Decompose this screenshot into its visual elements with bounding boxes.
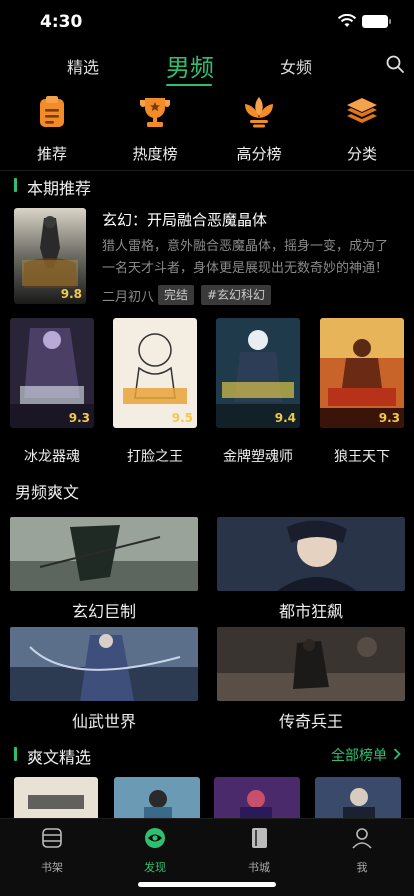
book-card[interactable]: 9.5 打脸之王: [113, 318, 197, 466]
book-score: 9.8: [60, 287, 82, 301]
divider: [0, 170, 414, 171]
featured-book-description: 猎人雷格，意外融合恶魔晶体，摇身一变，成为了一名天才斗者，身体更是展现出无数奇妙…: [102, 239, 389, 276]
book-cover: 9.3: [10, 318, 94, 428]
section-marker: [14, 178, 17, 192]
nav-label: 我: [356, 861, 368, 874]
book-score: 9.3: [68, 411, 90, 425]
chevron-right-icon: [393, 748, 402, 764]
nav-bookshelf[interactable]: 书架: [22, 827, 82, 875]
nav-label: 发现: [144, 861, 166, 874]
bookshelf-icon: [42, 828, 62, 848]
genre-image: [10, 627, 198, 701]
nav-label: 书架: [41, 861, 63, 874]
book-name: 打脸之王: [127, 449, 183, 465]
category-classify[interactable]: 分类: [322, 95, 402, 164]
layers-icon: [347, 98, 377, 123]
genre-image: [217, 627, 405, 701]
home-indicator: [138, 882, 276, 887]
section-title-picks: 爽文精选: [27, 748, 92, 767]
section-marker: [14, 747, 17, 761]
book-cover: 9.3: [320, 318, 404, 428]
clipboard-icon: [40, 96, 64, 127]
category-label: 分类: [346, 145, 377, 163]
book-cover: 9.5: [113, 318, 197, 428]
nav-me[interactable]: 我: [332, 827, 392, 875]
nav-bookstore[interactable]: 书城: [229, 827, 289, 875]
genre-card[interactable]: 玄幻巨制: [10, 517, 198, 622]
nav-label: 书城: [248, 861, 270, 874]
book-card[interactable]: 9.4 金牌塑魂师: [216, 318, 300, 466]
book-name: 金牌塑魂师: [223, 449, 293, 465]
book-card[interactable]: 9.3 狼王天下: [320, 318, 404, 466]
featured-book-title[interactable]: 玄幻：开局融合恶魔晶体: [102, 209, 267, 230]
genre-card[interactable]: 传奇兵王: [217, 627, 405, 732]
book-cover: 9.4: [216, 318, 300, 428]
category-label: 推荐: [36, 145, 67, 163]
eye-icon: [145, 828, 165, 848]
featured-book-author: 二月初八: [102, 290, 155, 305]
all-rankings-link[interactable]: 全部榜单: [331, 745, 402, 765]
top-tab-bar: 精选 男频 女频: [0, 44, 414, 90]
genre-name: 仙武世界: [71, 712, 136, 731]
genre-card[interactable]: 仙武世界: [10, 627, 198, 732]
section-title-genres: 男频爽文: [15, 483, 80, 502]
genre-name: 都市狂飙: [278, 602, 343, 621]
book-score: 9.3: [378, 411, 400, 425]
genre-name: 玄幻巨制: [71, 602, 136, 621]
tag-status: 完结: [158, 285, 195, 305]
category-label: 高分榜: [236, 145, 282, 163]
tab-male[interactable]: 男频: [166, 48, 214, 83]
tab-female[interactable]: 女频: [280, 54, 312, 78]
genre-image: [217, 517, 405, 591]
book-name: 狼王天下: [334, 449, 390, 465]
book-name: 冰龙器魂: [24, 449, 80, 465]
genre-image: [10, 517, 198, 591]
status-bar: 4:30: [0, 0, 414, 44]
category-recommend[interactable]: 推荐: [12, 95, 92, 164]
flower-icon: [245, 97, 273, 128]
category-row: 推荐 热度榜 高分榜 分类: [0, 95, 414, 165]
book-score: 9.4: [274, 411, 296, 425]
category-label: 热度榜: [132, 145, 178, 163]
tab-featured[interactable]: 精选: [67, 54, 99, 78]
genre-name: 传奇兵王: [278, 712, 343, 731]
book-score: 9.5: [171, 411, 193, 425]
featured-book-cover[interactable]: 9.8: [14, 208, 86, 304]
user-icon: [352, 828, 372, 849]
status-time: 4:30: [40, 12, 83, 32]
book-icon: [252, 828, 267, 848]
section-title-featured: 本期推荐: [27, 179, 92, 198]
book-card[interactable]: 9.3 冰龙器魂: [10, 318, 94, 466]
trophy-icon: [140, 98, 170, 127]
category-top-rated[interactable]: 高分榜: [219, 95, 299, 164]
nav-discover[interactable]: 发现: [125, 827, 185, 875]
all-rankings-label: 全部榜单: [331, 748, 387, 764]
tag-genre[interactable]: #玄幻科幻: [201, 285, 272, 305]
battery-icon: [362, 15, 391, 28]
category-hot[interactable]: 热度榜: [115, 95, 195, 164]
genre-card[interactable]: 都市狂飙: [217, 517, 405, 622]
active-tab-indicator: [166, 84, 212, 86]
wifi-icon: [337, 14, 357, 27]
search-icon[interactable]: [386, 55, 404, 73]
